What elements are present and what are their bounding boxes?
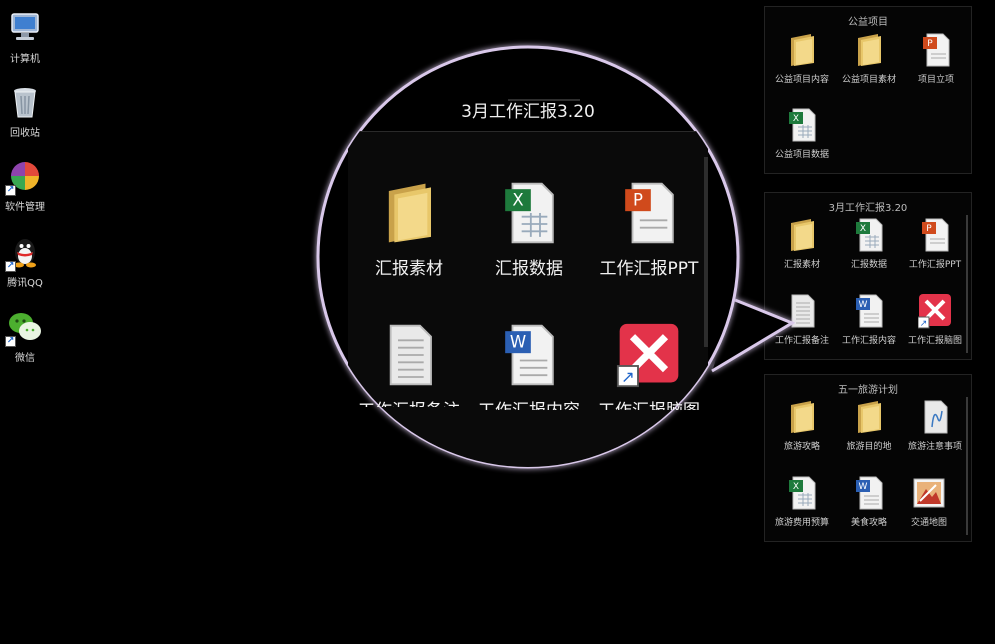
computer-icon [7,10,43,46]
qq-icon: ↗ [5,234,43,272]
fence-item[interactable]: 旅游攻略 [769,399,835,452]
fence-item[interactable]: ↗ 工作汇报脑图 [899,293,971,346]
word-file-icon: W [856,476,883,510]
svg-text:X: X [512,191,523,210]
svg-text:↗: ↗ [621,368,635,387]
desktop-icon-qq[interactable]: ↗ 腾讯QQ [0,234,50,289]
svg-text:P: P [927,39,933,49]
fence-title: 公益项目 [848,17,888,28]
xmind-icon: ↗ [616,323,679,388]
fence-item[interactable]: W 美食攻略 [836,475,902,528]
wechat-icon: ↗ [5,309,43,347]
fence-item[interactable]: 旅游目的地 [836,399,902,452]
software-manager-icon: ↗ [5,158,43,196]
folder-icon [858,401,881,433]
magnified-item: ↗ 工作汇报脑图 [590,322,708,410]
fence-item[interactable]: W 工作汇报内容 [836,293,902,346]
desktop-icon-label: 软件管理 [5,202,45,213]
fence-item[interactable]: 工作汇报备注 [769,293,835,346]
desktop-icon-label: 腾讯QQ [7,278,43,289]
desktop-icon-label: 计算机 [10,54,40,65]
magnified-item: 汇报素材 [350,180,468,279]
desktop-icon-recycle-bin[interactable]: 回收站 [0,84,50,139]
magnified-item: W 工作汇报内容 [470,322,588,410]
fence-item[interactable]: 交通地图 [896,475,962,528]
image-file-icon [913,478,945,508]
desktop-icon-wechat[interactable]: ↗ 微信 [0,309,50,364]
fence-march-report[interactable]: 3月工作汇报3.20 汇报素材 X 汇报数据 P 工作汇报PPT 工作汇报备注 … [764,192,972,360]
powerpoint-file-icon: P [625,182,674,244]
folder-icon [388,183,431,243]
fence-public-welfare[interactable]: 公益项目 公益项目内容 公益项目素材 P 项目立项 X 公益项目数据 [764,6,972,174]
folder-icon [791,401,814,433]
desktop-icon-software-manager[interactable]: ↗ 软件管理 [0,158,50,213]
text-file-icon [924,400,948,434]
magnified-fence [348,131,708,467]
svg-text:X: X [793,482,799,492]
text-file-icon [791,294,815,328]
fence-item[interactable]: 旅游注意事项 [897,399,973,452]
magnified-fence-top-edge [508,99,580,101]
fence-title: 五一旅游计划 [838,385,898,396]
word-file-icon: W [856,294,883,328]
svg-text:W: W [859,482,868,492]
fence-title: 3月工作汇报3.20 [828,203,908,214]
excel-file-icon: X [505,182,554,244]
xmind-icon: ↗ [918,294,951,329]
magnified-scrollbar [704,157,708,347]
desktop-icon-label: 回收站 [10,128,40,139]
magnified-item: P 工作汇报PPT [590,180,708,279]
fence-item[interactable]: P 工作汇报PPT [895,217,975,270]
magnified-item: X 汇报数据 [470,180,588,279]
svg-text:X: X [793,114,799,124]
folder-icon [791,34,814,66]
shortcut-arrow-icon: ↗ [5,261,16,272]
fence-item[interactable]: X 公益项目数据 [769,107,835,160]
fence-may-day-travel[interactable]: 五一旅游计划 旅游攻略 旅游目的地 旅游注意事项 X 旅游费用预算 W 美食攻略… [764,374,972,542]
magnifier-content [318,47,738,467]
fence-item[interactable]: 公益项目内容 [769,32,835,85]
svg-text:P: P [926,224,932,234]
desktop-icon-label: 微信 [15,353,35,364]
word-file-icon: W [505,324,554,386]
text-file-icon [389,324,432,386]
magnified-fence-title: 3月工作汇报3.20 [461,102,595,122]
fence-item[interactable]: X 旅游费用预算 [769,475,835,528]
svg-text:W: W [510,333,526,352]
excel-file-icon: X [789,108,816,142]
svg-text:W: W [859,300,868,310]
folder-icon [791,219,814,251]
desktop-icon-computer[interactable]: 计算机 [0,10,50,65]
magnified-item: 工作汇报备注 [350,322,468,407]
recycle-bin-icon [7,84,43,120]
fence-item[interactable]: P 项目立项 [903,32,969,85]
shortcut-arrow-icon: ↗ [5,336,16,347]
fence-item[interactable]: X 汇报数据 [836,217,902,270]
excel-file-icon: X [789,476,816,510]
excel-file-icon: X [856,218,883,252]
fence-item[interactable]: 汇报素材 [769,217,835,270]
svg-text:X: X [860,224,866,234]
powerpoint-file-icon: P [922,218,949,252]
fence-item[interactable]: 公益项目素材 [836,32,902,85]
powerpoint-file-icon: P [923,33,950,67]
svg-text:↗: ↗ [920,319,928,329]
svg-text:P: P [633,191,643,210]
folder-icon [858,34,881,66]
shortcut-arrow-icon: ↗ [5,185,16,196]
